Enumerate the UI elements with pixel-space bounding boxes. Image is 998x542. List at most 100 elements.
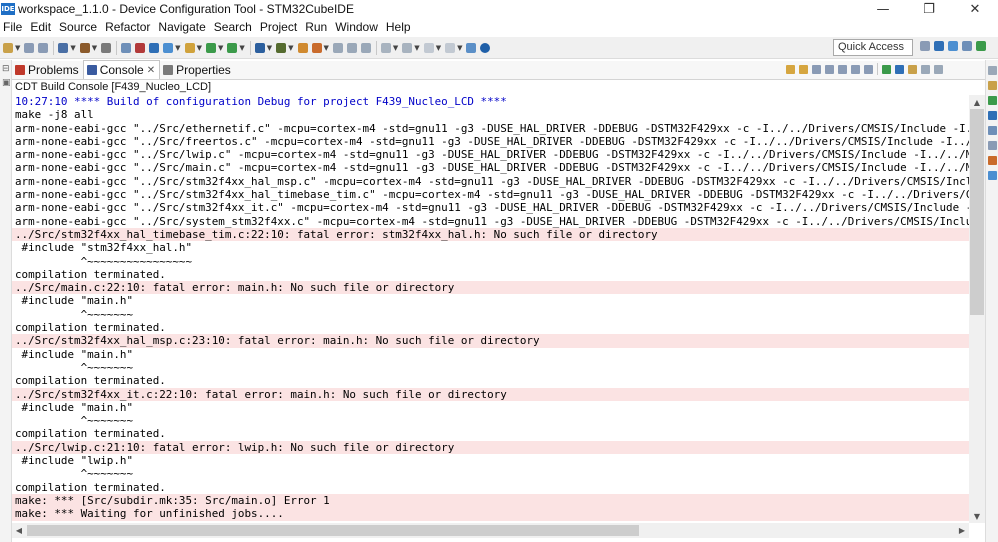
device-config-icon[interactable] [149, 43, 160, 53]
info-icon[interactable] [480, 43, 491, 53]
pin-editor-icon[interactable] [466, 43, 477, 53]
menu-navigate[interactable]: Navigate [154, 18, 209, 37]
menu-run[interactable]: Run [301, 18, 331, 37]
console-error-line: ../Src/stm32f4xx_it.c:22:10: fatal error… [12, 387, 969, 401]
dropdown-arrow-icon[interactable]: ▼ [92, 44, 97, 52]
dropdown-arrow-icon[interactable]: ▼ [70, 44, 75, 52]
toolbar-separator [53, 41, 55, 55]
horizontal-scrollbar[interactable]: ◀ ▶ [12, 523, 969, 538]
console-output[interactable]: 10:27:10 **** Build of configuration Deb… [12, 95, 969, 523]
display-selected-console-icon[interactable] [882, 64, 891, 74]
dropdown-arrow-icon[interactable]: ▼ [15, 44, 20, 52]
menu-edit[interactable]: Edit [26, 18, 55, 37]
toggle-mark-icon[interactable] [332, 43, 343, 53]
menu-help[interactable]: Help [382, 18, 415, 37]
dropdown-arrow-icon[interactable]: ▼ [457, 44, 462, 52]
next-error-icon[interactable] [799, 64, 808, 74]
dropdown-arrow-icon[interactable]: ▼ [239, 44, 244, 52]
maximize-view-icon[interactable] [934, 64, 943, 74]
trim-restore-icon[interactable] [988, 66, 997, 75]
open-console-icon[interactable] [895, 64, 904, 74]
device-config-perspective-icon[interactable] [948, 41, 958, 51]
close-button[interactable]: ✕ [952, 0, 998, 18]
minimized-view-icon[interactable]: ▣ [2, 78, 11, 88]
scroll-lock-icon[interactable] [825, 64, 834, 74]
external-tools-icon[interactable] [276, 43, 287, 53]
menu-refactor[interactable]: Refactor [101, 18, 154, 37]
dropdown-arrow-icon[interactable]: ▼ [197, 44, 202, 52]
new-icon[interactable] [3, 43, 13, 53]
menu-bar: File Edit Source Refactor Navigate Searc… [0, 18, 998, 37]
open-folder-icon[interactable] [297, 43, 308, 53]
block-selection-icon[interactable] [360, 43, 371, 53]
open-type-icon[interactable] [184, 43, 195, 53]
word-wrap-icon[interactable] [838, 64, 847, 74]
tab-properties[interactable]: Properties [160, 60, 235, 79]
forward-icon[interactable] [445, 43, 456, 53]
run-last-icon[interactable] [227, 43, 238, 53]
build-config-icon[interactable] [58, 43, 69, 53]
menu-source[interactable]: Source [55, 18, 101, 37]
dropdown-arrow-icon[interactable]: ▼ [267, 44, 272, 52]
next-annotation-icon[interactable] [380, 43, 391, 53]
prev-annotation-icon[interactable] [402, 43, 413, 53]
close-tab-icon[interactable]: ✕ [147, 65, 155, 76]
dropdown-arrow-icon[interactable]: ▼ [175, 44, 180, 52]
print-icon[interactable] [101, 43, 112, 53]
vertical-scroll-thumb[interactable] [970, 109, 984, 315]
minimize-view-icon[interactable] [921, 64, 930, 74]
perspective-switcher [920, 41, 990, 51]
registers-icon[interactable] [988, 141, 997, 150]
restore-button[interactable]: ❐ [906, 0, 952, 18]
menu-window[interactable]: Window [331, 18, 382, 37]
run-icon[interactable] [205, 43, 216, 53]
scroll-down-icon[interactable]: ▼ [969, 509, 985, 523]
minimize-button[interactable]: — [860, 0, 906, 18]
live-expressions-icon[interactable] [988, 171, 997, 180]
tab-console[interactable]: Console ✕ [82, 60, 161, 79]
memory-icon[interactable] [988, 156, 997, 165]
tab-problems[interactable]: Problems [12, 60, 83, 79]
debug-perspective-icon[interactable] [962, 41, 972, 51]
dropdown-arrow-icon[interactable]: ▼ [218, 44, 223, 52]
sfr-icon[interactable] [988, 126, 997, 135]
dropdown-arrow-icon[interactable]: ▼ [436, 44, 441, 52]
web-icon[interactable] [254, 43, 265, 53]
back-icon[interactable] [423, 43, 434, 53]
debug-icon[interactable] [135, 43, 146, 53]
clear-console-icon[interactable] [812, 64, 821, 74]
dropdown-arrow-icon[interactable]: ▼ [324, 44, 329, 52]
dropdown-arrow-icon[interactable]: ▼ [414, 44, 419, 52]
git-perspective-icon[interactable] [976, 41, 986, 51]
dropdown-arrow-icon[interactable]: ▼ [393, 44, 398, 52]
build-analyzer-icon[interactable] [988, 96, 997, 105]
save-all-icon[interactable] [38, 43, 49, 53]
new-console-icon[interactable] [908, 64, 917, 74]
vertical-scrollbar[interactable]: ▲ ▼ [969, 95, 985, 523]
horizontal-scroll-thumb[interactable] [27, 525, 639, 536]
skip-breakpoints-icon[interactable] [121, 43, 132, 53]
menu-search[interactable]: Search [210, 18, 256, 37]
build-icon[interactable] [79, 43, 90, 53]
scroll-up-icon[interactable]: ▲ [969, 95, 985, 109]
pin-console-icon[interactable] [864, 64, 873, 74]
menu-file[interactable]: File [0, 18, 26, 37]
c-cpp-perspective-icon[interactable] [934, 41, 944, 51]
scroll-right-icon[interactable]: ▶ [955, 523, 969, 538]
copy-build-log-icon[interactable] [851, 64, 860, 74]
quick-access-input[interactable]: Quick Access [833, 39, 913, 56]
restore-view-icon[interactable]: ⊟ [2, 64, 11, 74]
console-icon [86, 65, 97, 75]
new-project-icon[interactable] [163, 43, 174, 53]
save-icon[interactable] [24, 43, 35, 53]
menu-project[interactable]: Project [256, 18, 301, 37]
search-icon[interactable] [311, 43, 322, 53]
static-stack-icon[interactable] [988, 111, 997, 120]
dropdown-arrow-icon[interactable]: ▼ [288, 44, 293, 52]
open-perspective-icon[interactable] [920, 41, 930, 51]
tab-label: Problems [28, 62, 79, 77]
show-whitespace-icon[interactable] [346, 43, 357, 53]
scroll-left-icon[interactable]: ◀ [12, 523, 26, 538]
previous-error-icon[interactable] [786, 64, 795, 74]
outline-icon[interactable] [988, 81, 997, 90]
